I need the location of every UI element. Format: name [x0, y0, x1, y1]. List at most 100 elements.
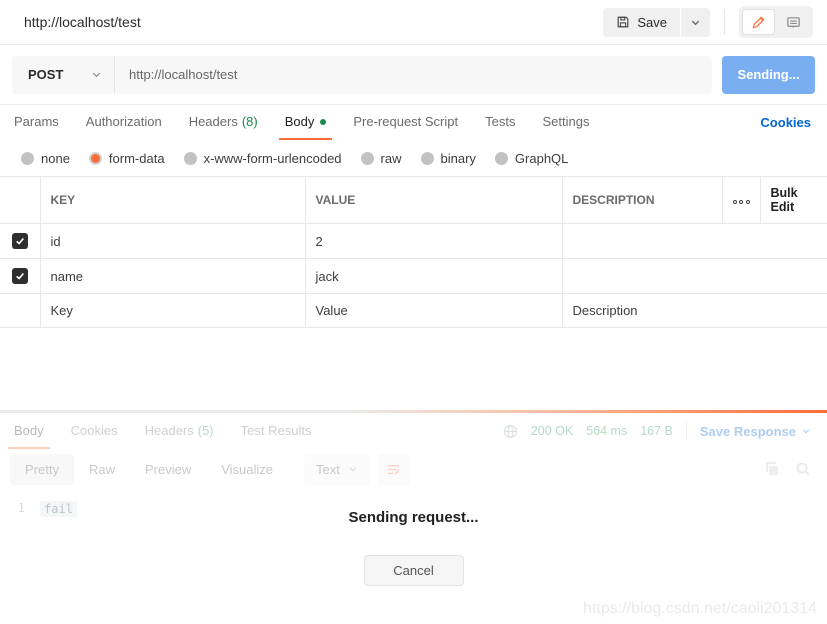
key-cell[interactable]: id — [39, 223, 305, 259]
status-badge: 200 OK — [530, 424, 574, 438]
view-tab-pretty[interactable]: Pretty — [10, 453, 74, 485]
value-column-header: VALUE — [304, 176, 562, 224]
save-button-label: Save — [637, 14, 667, 30]
key-column-header: KEY — [39, 176, 305, 224]
method-url-container: POST http://localhost/test — [12, 55, 712, 94]
response-tab-headers[interactable]: Headers (5) — [139, 413, 220, 449]
sending-request-message: Sending request... — [348, 509, 479, 526]
row-checkbox-cell — [0, 259, 40, 294]
tab-tests[interactable]: Tests — [479, 105, 521, 140]
edit-mode-button[interactable] — [742, 9, 775, 35]
request-url-bar: POST http://localhost/test Sending... — [0, 45, 827, 105]
request-tab-bar: http://localhost/test Save — [0, 0, 827, 45]
description-cell[interactable] — [561, 258, 827, 294]
response-headers-count: (5) — [197, 422, 214, 438]
more-options-icon — [732, 200, 750, 204]
body-type-binary[interactable]: binary — [420, 151, 476, 166]
cookies-link[interactable]: Cookies — [760, 105, 811, 140]
bulk-edit-button[interactable]: Bulk Edit — [759, 176, 827, 224]
description-input-placeholder[interactable]: Description — [561, 293, 827, 328]
chevron-down-icon — [801, 426, 811, 436]
edit-comment-toggle — [739, 6, 813, 38]
url-input[interactable]: http://localhost/test — [115, 67, 712, 82]
chevron-down-icon — [690, 17, 701, 28]
wrap-text-icon — [386, 462, 401, 477]
send-button[interactable]: Sending... — [722, 55, 815, 94]
radio-icon — [494, 151, 508, 165]
table-header-row: KEY VALUE DESCRIPTION Bulk Edit — [0, 176, 827, 224]
table-empty-row: Key Value Description — [0, 293, 827, 328]
comment-icon — [786, 15, 801, 30]
tab-pre-request-script[interactable]: Pre-request Script — [347, 105, 464, 140]
body-type-raw[interactable]: raw — [360, 151, 402, 166]
tab-params[interactable]: Params — [8, 105, 65, 140]
body-type-form-data[interactable]: form-data — [88, 151, 165, 166]
cancel-button[interactable]: Cancel — [363, 555, 464, 586]
pencil-icon — [751, 15, 766, 30]
response-size: 167 B — [640, 424, 673, 438]
toolbar-divider — [724, 9, 725, 35]
checkbox-checked[interactable] — [11, 268, 28, 284]
save-button[interactable]: Save — [603, 7, 680, 37]
response-tabs: Body Cookies Headers (5) Test Results 200… — [0, 413, 827, 449]
globe-icon — [503, 424, 518, 439]
chevron-down-icon — [348, 464, 358, 474]
body-type-graphql[interactable]: GraphQL — [494, 151, 568, 166]
save-response-button[interactable]: Save Response — [700, 424, 811, 439]
tab-settings[interactable]: Settings — [536, 105, 595, 140]
response-content-dimmed: Body Cookies Headers (5) Test Results 200… — [0, 413, 827, 517]
response-tab-test-results[interactable]: Test Results — [235, 413, 318, 449]
meta-divider — [685, 421, 687, 441]
radio-icon — [21, 151, 34, 165]
format-select[interactable]: Text — [304, 453, 370, 485]
response-meta: 200 OK 564 ms 167 B Save Response — [503, 413, 811, 449]
comments-button[interactable] — [777, 9, 810, 35]
body-type-selector: none form-data x-www-form-urlencoded raw… — [0, 140, 827, 176]
format-code-button[interactable] — [377, 453, 410, 485]
view-tab-preview[interactable]: Preview — [130, 454, 206, 485]
copy-icon[interactable] — [764, 461, 780, 477]
checkbox-checked[interactable] — [11, 233, 28, 249]
response-tab-cookies[interactable]: Cookies — [65, 413, 124, 449]
topbar-actions: Save — [603, 6, 813, 38]
value-input-placeholder[interactable]: Value — [304, 293, 562, 328]
chevron-down-icon — [91, 69, 102, 80]
table-row: id 2 — [0, 223, 827, 259]
row-checkbox-cell — [0, 224, 40, 259]
radio-icon — [183, 151, 197, 165]
request-tabs: Params Authorization Headers (8) Body Pre… — [0, 105, 827, 140]
body-type-none[interactable]: none — [21, 151, 70, 166]
value-cell[interactable]: 2 — [304, 223, 562, 259]
response-action-icons — [764, 461, 811, 477]
row-checkbox-cell — [0, 294, 40, 328]
table-row: name jack — [0, 258, 827, 294]
method-select[interactable]: POST — [12, 55, 115, 94]
radio-selected-icon — [88, 151, 102, 165]
key-input-placeholder[interactable]: Key — [39, 293, 305, 328]
key-cell[interactable]: name — [39, 258, 305, 294]
body-type-urlencoded[interactable]: x-www-form-urlencoded — [183, 151, 342, 166]
column-options-button[interactable] — [721, 176, 760, 224]
select-all-cell — [0, 177, 40, 224]
search-icon[interactable] — [795, 461, 811, 477]
response-tab-body[interactable]: Body — [8, 413, 50, 449]
form-data-table: KEY VALUE DESCRIPTION Bulk Edit id 2 nam… — [0, 176, 827, 328]
radio-icon — [420, 151, 434, 165]
value-cell[interactable]: jack — [304, 258, 562, 294]
tab-headers[interactable]: Headers (8) — [183, 105, 264, 140]
tab-body[interactable]: Body — [278, 105, 333, 140]
radio-icon — [360, 151, 374, 165]
save-button-group: Save — [603, 7, 710, 37]
view-tab-raw[interactable]: Raw — [74, 454, 130, 485]
save-options-dropdown[interactable] — [681, 7, 710, 37]
method-label: POST — [28, 67, 64, 82]
watermark: https://blog.csdn.net/caoli201314 — [583, 600, 817, 617]
tab-authorization[interactable]: Authorization — [80, 105, 168, 140]
response-view-bar: Pretty Raw Preview Visualize Text — [0, 449, 827, 489]
response-time: 564 ms — [586, 424, 628, 438]
description-column-header: DESCRIPTION — [561, 176, 722, 224]
body-modified-dot — [320, 118, 327, 125]
request-title: http://localhost/test — [24, 14, 141, 30]
description-cell[interactable] — [561, 223, 827, 259]
view-tab-visualize[interactable]: Visualize — [206, 454, 288, 485]
